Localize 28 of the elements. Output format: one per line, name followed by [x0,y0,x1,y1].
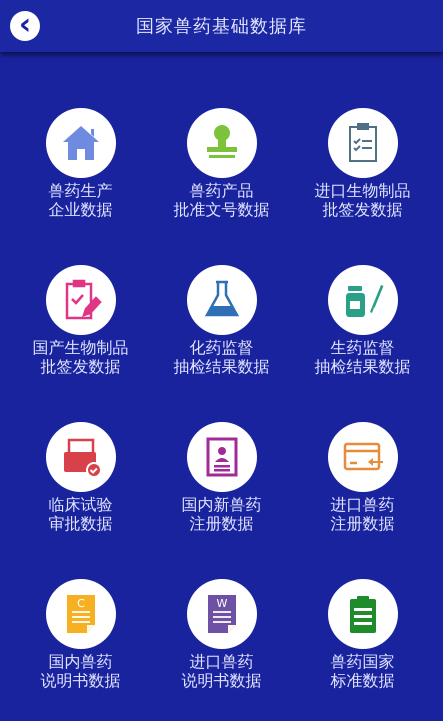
tile-label[interactable]: 生药监督 抽检结果数据 [314,338,410,376]
tile-label[interactable]: 临床试验 审批数据 [48,495,112,533]
house-icon [62,126,98,160]
back-button[interactable]: ‹ [10,11,40,41]
document-icon [66,595,94,633]
tile-label[interactable]: 化药监督 抽检结果数据 [174,338,270,376]
icon-button[interactable]: W [186,579,256,649]
bottle-syringe-icon [346,285,383,317]
clipboard-icon [350,596,376,633]
document-letter: W [216,597,227,610]
clipboard-pencil-icon [65,280,102,320]
tile-label[interactable]: 兽药国家 标准数据 [330,652,394,690]
document-letter: C [76,597,84,610]
page-title: 国家兽药基础数据库 [135,15,308,38]
tile-label[interactable]: 兽药产品 批准文号数据 [174,181,270,219]
checklist-icon [348,123,376,162]
tile-label[interactable]: 国产生物制品 批签发数据 [32,338,128,376]
id-card-icon [206,438,237,476]
tile-label[interactable]: 进口兽药 注册数据 [330,495,394,533]
tile-label[interactable]: 进口兽药 说明书数据 [182,652,262,690]
stamp-icon [206,125,236,158]
tile-label[interactable]: 国内兽药 说明书数据 [40,652,120,690]
tile-label[interactable]: 进口生物制品 批签发数据 [314,181,410,219]
tile-label[interactable]: 国内新兽药 注册数据 [182,495,262,533]
document-icon [208,595,236,633]
tile-label[interactable]: 兽药生产 企业数据 [48,181,112,219]
flask-icon [204,280,239,316]
tray-check-icon [64,438,102,478]
